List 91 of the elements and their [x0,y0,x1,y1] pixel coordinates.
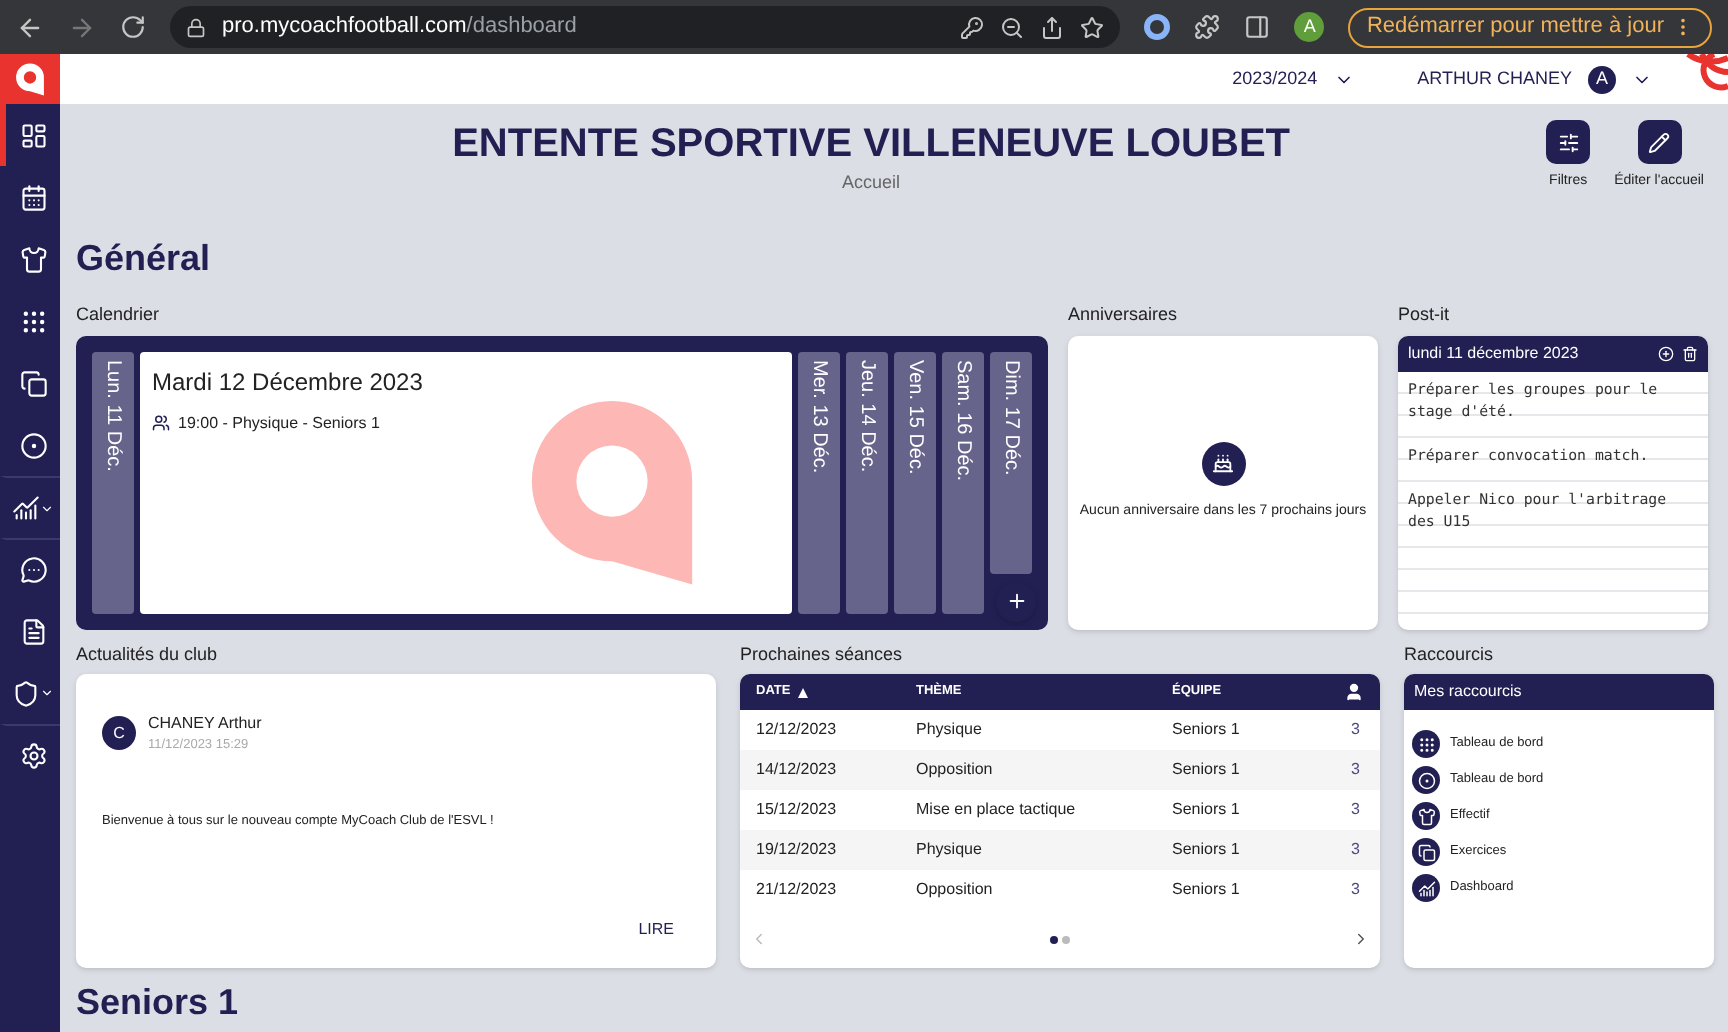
dots-grid-icon [1412,730,1440,758]
section-label: Calendrier [76,302,162,328]
table-cell-text: Opposition [916,878,995,902]
table-cell-text: 15/12/2023 [756,798,839,822]
delete-icon[interactable] [1682,345,1698,361]
dashboard-icon [19,121,47,149]
table-cell-text: 3 [1351,838,1362,862]
sliders-icon [1557,131,1580,153]
documents-icon [1412,838,1440,866]
extension-icon[interactable] [1144,14,1171,40]
page-subtitle: Accueil [842,170,901,196]
table-cell-text: Physique [916,838,984,862]
plus-icon [1005,590,1027,612]
table-cell-text: 19/12/2023 [756,838,839,862]
update-button[interactable]: Redémarrer pour mettre à jour [1348,7,1712,47]
key-icon[interactable] [960,15,985,39]
table-cell-text: Seniors 1 [1172,758,1242,782]
calendar-day-tab[interactable]: Sam. 16 Déc. [942,351,984,613]
settings-icon [19,742,47,770]
chart-icon [12,494,40,522]
table-cell-text: 21/12/2023 [756,878,839,902]
table-cell-text: Opposition [916,758,995,782]
table-cell-text: 3 [1351,878,1362,902]
app-logo[interactable] [0,54,60,104]
section-title: Général [76,236,213,282]
postit-date: lundi 11 décembre 2023 [1408,341,1581,365]
url-text: pro.mycoachfootball.com/dashboard [222,12,577,43]
calendar-icon [19,183,47,211]
shortcuts-header: Mes raccourcis [1404,674,1714,710]
forward-icon[interactable] [68,13,96,41]
side-panel-icon[interactable] [1244,14,1271,40]
bookmark-icon[interactable] [1080,15,1105,39]
user-avatar[interactable]: A [1588,65,1616,93]
section-title: Seniors 1 [76,980,241,1025]
shirt-icon [1412,802,1440,830]
add-button[interactable] [996,581,1036,621]
user-name: ARTHUR CHANEY [1417,65,1572,92]
ball-icon [19,431,47,459]
author-avatar: C [102,716,136,751]
table-cell-text: Seniors 1 [1172,838,1242,862]
calendar-day-tab[interactable]: Jeu. 14 Déc. [846,351,888,613]
calendar-day-panel[interactable]: Mardi 12 Décembre 2023 19:00 - Physique - Seniors 1 [140,351,792,613]
extensions-icon[interactable] [1194,14,1221,40]
section-label: Actualités du club [76,641,220,667]
table-cell-text: 3 [1351,758,1362,782]
caret-icon [40,686,54,700]
table-cell-text: Mise en place tactique [916,798,1078,822]
section-label: Raccourcis [1404,641,1496,667]
table-cell-text: 3 [1351,718,1362,742]
logo-icon [14,62,46,96]
pencil-icon [1648,131,1671,153]
table-cell-text: Physique [916,718,984,742]
calendar-day-tab[interactable]: Ven. 15 Déc. [894,351,936,613]
ball-icon [1412,766,1440,794]
address-bar[interactable]: pro.mycoachfootball.com/dashboard [170,6,1121,48]
calendar-day-tab[interactable]: Mer. 13 Déc. [798,351,840,613]
author-name: CHANEY Arthur [148,712,262,736]
add-icon[interactable] [1658,345,1674,361]
section-label: Anniversaires [1068,302,1180,328]
reload-icon[interactable] [120,14,146,40]
calendar-day-tab[interactable]: Lun. 11 Déc. [92,351,134,613]
chat-icon [19,556,47,584]
documents-icon [19,369,47,397]
table-cell-text: Seniors 1 [1172,798,1242,822]
caret-icon [40,501,54,515]
people-icon [152,414,170,432]
calendar-day-tab[interactable]: Dim. 17 Déc. [990,351,1032,573]
shield-icon [12,679,40,707]
share-icon[interactable] [1040,15,1065,39]
event-text: 19:00 - Physique - Seniors 1 [178,411,380,435]
club-title: ENTENTE SPORTIVE VILLENEUVE LOUBET [452,120,1290,170]
lock-icon [186,17,206,37]
day-title: Mardi 12 Décembre 2023 [152,365,425,399]
chart-icon [1412,874,1440,902]
back-icon[interactable] [16,13,44,41]
zoom-icon[interactable] [1000,15,1025,39]
person-icon [1344,682,1364,702]
table-cell-text: 14/12/2023 [756,758,839,782]
table-cell-text: 12/12/2023 [756,718,839,742]
section-label: Post-it [1398,302,1452,328]
document-icon [19,617,47,645]
section-label: Prochaines séances [740,641,905,667]
next-icon[interactable] [1352,930,1370,948]
cake-icon [1201,441,1245,486]
shirt-icon [19,245,47,273]
table-cell-text: 3 [1351,798,1362,822]
table-cell-text: Seniors 1 [1172,718,1242,742]
table-cell-text: Seniors 1 [1172,878,1242,902]
dots-grid-icon [19,307,47,335]
season-select[interactable]: 2023/2024 [1232,65,1354,93]
read-link[interactable]: LIRE [638,918,674,942]
